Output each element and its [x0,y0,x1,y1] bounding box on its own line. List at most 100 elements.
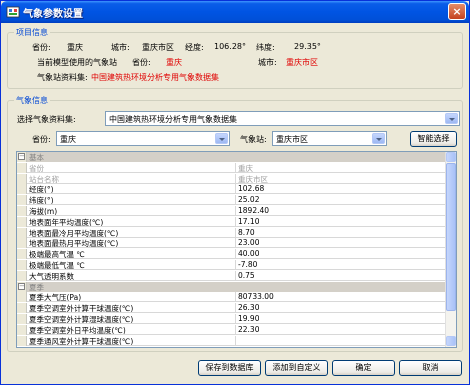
property-value[interactable]: 40.00 [236,249,447,260]
dialog-window: 气象参数设置 × 项目信息 省份: 重庆 城市: 重庆市区 经度: 106.28… [0,0,470,385]
grid-row[interactable]: 夏季大气压(Pa) 80733.00 [17,292,447,303]
save-to-db-button[interactable]: 保存到数据库 [198,360,261,376]
property-value[interactable]: 26.30 [236,303,447,314]
project-city-label: 城市: [111,43,130,52]
grid-category-row[interactable]: − 夏季 [17,281,447,292]
property-value[interactable]: 重庆市区 [236,174,447,184]
grid-row[interactable]: 大气透明系数 0.75 [17,270,447,281]
grid-row[interactable]: 地表面最热月平均温度(℃) 23.00 [17,238,447,249]
current-station-label: 当前模型使用的气象站 [37,58,117,67]
row-gutter [17,173,27,184]
property-name: 基本 [29,153,44,162]
grid-row[interactable]: 夏季空调室外日平均温度(℃) 22.30 [17,324,447,335]
property-value[interactable]: 17.10 [236,217,447,227]
property-name: 站台名称 [27,173,236,184]
row-gutter [17,249,27,260]
property-name: 夏季空调室外计算干球温度(℃) [27,303,236,314]
collapse-icon[interactable]: − [18,282,25,290]
property-grid[interactable]: − 基本 省份 重庆 站台名称 重庆市区 经度(°) 102.68 纬度(°) 25.02 海拔(m… [16,151,457,348]
station-province-label: 省份: [132,58,151,67]
property-value [236,282,447,292]
chevron-down-icon[interactable] [372,133,385,144]
property-value[interactable]: 25.02 [236,195,447,206]
row-gutter [17,335,27,346]
province-select-value: 重庆 [60,135,76,144]
close-button[interactable]: × [448,3,466,20]
scroll-down-button[interactable] [446,336,456,346]
property-name: 夏季空调室外计算湿球温度(℃) [27,314,236,324]
grid-row[interactable]: 夏季空调室外计算湿球温度(℃) 19.90 [17,314,447,324]
grid-row[interactable]: 极端最高气温 ℃ 40.00 [17,249,447,260]
project-province-label: 省份: [32,43,51,52]
property-name: 海拔(m) [27,206,236,216]
project-latitude-value: 29.35° [294,42,321,51]
dataset-select[interactable]: 中国建筑热环境分析专用气象数据集 [105,111,460,126]
grid-row[interactable]: 地表面年平均温度(℃) 17.10 [17,216,447,227]
row-gutter [17,227,27,238]
station-province-value: 重庆 [166,58,182,67]
grid-row[interactable]: 夏季空调室外计算干球温度(℃) 26.30 [17,303,447,314]
property-value[interactable]: 8.70 [236,228,447,238]
project-longitude-label: 经度: [185,43,204,52]
row-gutter [17,184,27,195]
property-name: 地表面年平均温度(℃) [27,216,236,227]
station-select-value: 重庆市区 [276,135,308,144]
grid-category-row[interactable]: − 基本 [17,152,447,162]
row-gutter [17,260,27,270]
province-select-label: 省份: [32,135,51,144]
window-title: 气象参数设置 [23,9,83,20]
scroll-up-button[interactable] [446,152,456,162]
property-value[interactable] [236,336,447,346]
property-value[interactable]: 102.68 [236,184,447,195]
property-value[interactable]: 80733.00 [236,292,447,303]
property-value[interactable]: 22.30 [236,325,447,335]
row-gutter [17,216,27,227]
chevron-down-icon[interactable] [445,113,458,124]
property-name: 夏季通风室外计算干球温度(℃) [27,335,236,346]
property-name: 地表面最冷月平均温度(℃) [27,227,236,238]
row-gutter: − [17,152,27,162]
property-name: 纬度(°) [27,195,236,206]
vertical-scrollbar[interactable] [445,152,456,347]
project-longitude-value: 106.28° [214,42,246,51]
grid-row[interactable]: 经度(°) 102.68 [17,184,447,195]
property-value[interactable]: -7.80 [236,260,447,270]
property-name: 大气透明系数 [27,270,236,281]
row-gutter [17,292,27,303]
grid-row[interactable]: 省份 重庆 [17,162,447,173]
property-value[interactable]: 重庆 [236,163,447,173]
title-bar[interactable]: 气象参数设置 × [1,1,469,23]
dataset-select-value: 中国建筑热环境分析专用气象数据集 [109,115,237,124]
add-to-custom-button[interactable]: 添加到自定义 [265,360,328,376]
province-select[interactable]: 重庆 [56,131,230,146]
smart-select-button[interactable]: 智能选择 [410,131,457,147]
cancel-button[interactable]: 取消 [399,360,462,376]
row-gutter [17,270,27,281]
ok-button[interactable]: 确定 [332,360,395,376]
property-name: 极端最高气温 ℃ [27,249,236,260]
grid-row[interactable]: 纬度(°) 25.02 [17,195,447,206]
collapse-icon[interactable]: − [18,153,25,160]
station-city-label: 城市: [258,58,277,67]
station-dataset-label: 气象站资料集: [37,73,88,82]
property-name: 经度(°) [27,184,236,195]
grid-row[interactable]: 极端最低气温 ℃ -7.80 [17,260,447,270]
grid-row[interactable]: 地表面最冷月平均温度(℃) 8.70 [17,227,447,238]
grid-row[interactable]: 夏季通风室外计算干球温度(℃) [17,335,447,346]
scroll-thumb[interactable] [446,163,456,311]
property-value[interactable]: 19.90 [236,314,447,324]
property-value[interactable]: 23.00 [236,238,447,249]
property-name: 极端最低气温 ℃ [27,260,236,270]
station-select[interactable]: 重庆市区 [272,131,387,146]
property-value[interactable]: 1892.40 [236,206,447,216]
select-dataset-label: 选择气象资料集: [17,115,76,124]
property-value [236,152,447,162]
chevron-down-icon[interactable] [215,133,228,144]
grid-row[interactable]: 站台名称 重庆市区 [17,173,447,184]
app-icon [6,6,20,18]
row-gutter: − [17,281,27,292]
property-value[interactable]: 0.75 [236,271,447,281]
grid-row[interactable]: 海拔(m) 1892.40 [17,206,447,216]
row-gutter [17,314,27,324]
weather-info-legend: 气象信息 [14,95,50,106]
